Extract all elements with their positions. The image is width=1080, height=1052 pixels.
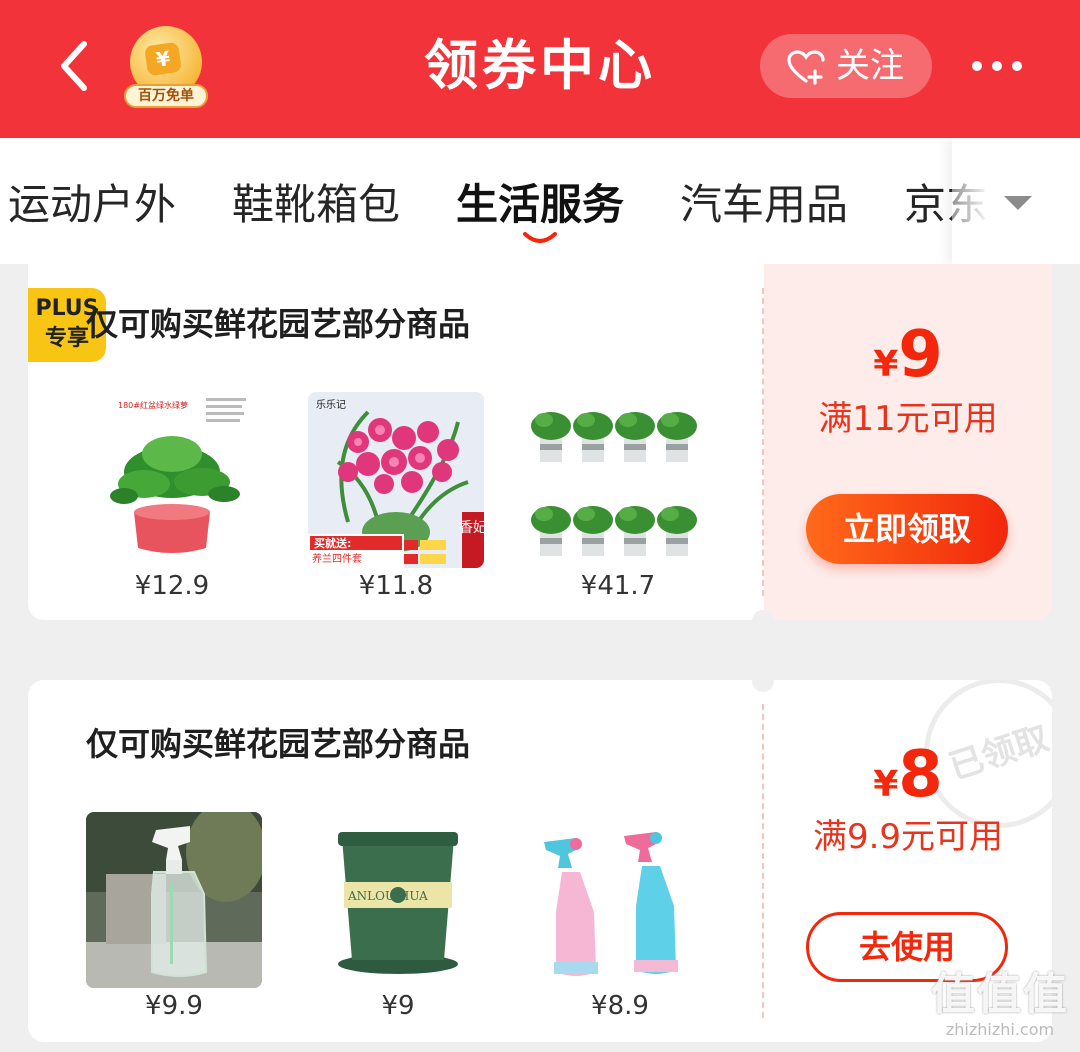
heart-plus-icon — [787, 50, 825, 85]
coupon-value-area: ¥9 满11元可用 立即领取 — [764, 264, 1052, 620]
product-promo-label: 买就送: — [314, 536, 351, 550]
orchid-plant-image: 乐乐记 买就送: 养兰四件套 香妃 — [308, 392, 484, 568]
free-order-badge[interactable]: ¥ 百万免单 — [124, 26, 208, 110]
product-price: ¥11.8 — [358, 571, 434, 601]
product-image-label: 180#红盆绿水绿萝 — [118, 400, 188, 410]
chevron-left-icon — [61, 41, 87, 91]
coupon-condition: 满11元可用 — [818, 399, 998, 439]
active-tab-indicator — [523, 232, 557, 243]
product-image[interactable] — [532, 812, 708, 988]
currency-symbol: ¥ — [873, 344, 899, 385]
watermark-logo: 值值值 — [931, 969, 1069, 1020]
more-dot-icon — [1012, 61, 1022, 71]
caret-down-icon — [1004, 196, 1032, 210]
tab-sports-outdoor[interactable]: 运动户外 — [8, 178, 176, 232]
clear-spray-bottle-image — [86, 812, 262, 988]
follow-label: 关注 — [836, 46, 904, 86]
coupon-title: 仅可购买鲜花园艺部分商品 — [86, 725, 471, 763]
coupon-notch — [752, 670, 774, 692]
follow-button[interactable]: 关注 — [760, 34, 932, 98]
coupon-amount: ¥9 — [764, 318, 1052, 392]
green-flower-pot-image: ANLOU HUA — [310, 812, 486, 988]
category-tabs: 运动户外 鞋靴箱包 生活服务 汽车用品 京东 — [0, 138, 1080, 264]
product-side-label: 香妃 — [459, 520, 484, 536]
pothos-plant-image: 180#红盆绿水绿萝 — [84, 392, 260, 568]
product-image[interactable]: 180#红盆绿水绿萝 — [84, 392, 260, 568]
coupon-products-area: 仅可购买鲜花园艺部分商品 ¥9.9 ANLOU HUA ¥9 ¥8.9 — [28, 680, 762, 1042]
amount-value: 8 — [898, 738, 943, 812]
product-promo-sub: 养兰四件套 — [312, 552, 362, 565]
more-dot-icon — [972, 61, 982, 71]
top-header: ¥ 百万免单 领券中心 关注 — [0, 0, 1080, 138]
coupon-amount: ¥8 — [764, 738, 1052, 812]
back-button[interactable] — [52, 38, 102, 94]
product-image-brand: 乐乐记 — [316, 399, 346, 411]
watermark-url: zhizhizhi.com — [945, 1020, 1055, 1039]
more-menu-button[interactable] — [972, 48, 1034, 84]
tab-car-supplies[interactable]: 汽车用品 — [680, 178, 848, 232]
coupon-notch — [752, 610, 774, 632]
tab-shoes-bags[interactable]: 鞋靴箱包 — [232, 178, 400, 232]
tab-life-services[interactable]: 生活服务 — [456, 178, 624, 232]
product-image[interactable]: ANLOU HUA — [310, 812, 486, 988]
pot-brand-text: ANLOU HUA — [347, 889, 428, 903]
product-image[interactable] — [86, 812, 262, 988]
expand-tabs-button[interactable] — [952, 138, 1080, 264]
site-watermark: 值值值 zhizhizhi.com — [930, 970, 1070, 1040]
product-price: ¥9.9 — [145, 991, 203, 1021]
product-price: ¥9 — [381, 991, 415, 1021]
product-image[interactable] — [530, 392, 706, 568]
currency-symbol: ¥ — [873, 764, 899, 805]
coupon-condition: 满9.9元可用 — [812, 817, 1004, 857]
coin-icon: ¥ — [144, 41, 182, 77]
product-price: ¥8.9 — [591, 991, 649, 1021]
potted-plants-set-image — [530, 392, 706, 568]
product-price: ¥41.7 — [580, 571, 656, 601]
coupon-card: PLUS 专享 仅可购买鲜花园艺部分商品 180#红盆绿水绿萝 ¥12.9 乐乐… — [28, 264, 1052, 620]
product-image[interactable]: 乐乐记 买就送: 养兰四件套 香妃 — [308, 392, 484, 568]
coupon-title: 仅可购买鲜花园艺部分商品 — [86, 305, 471, 343]
page-title: 领券中心 — [424, 34, 656, 97]
product-price: ¥12.9 — [134, 571, 210, 601]
more-dot-icon — [992, 61, 1002, 71]
colored-spray-bottles-image — [532, 812, 708, 988]
amount-value: 9 — [898, 318, 943, 392]
claim-coupon-button[interactable]: 立即领取 — [806, 494, 1008, 564]
coupon-card: 仅可购买鲜花园艺部分商品 ¥9.9 ANLOU HUA ¥9 ¥8.9 已领取 … — [28, 680, 1052, 1042]
badge-label: 百万免单 — [124, 84, 208, 108]
coupon-products-area: PLUS 专享 仅可购买鲜花园艺部分商品 180#红盆绿水绿萝 ¥12.9 乐乐… — [28, 264, 762, 620]
